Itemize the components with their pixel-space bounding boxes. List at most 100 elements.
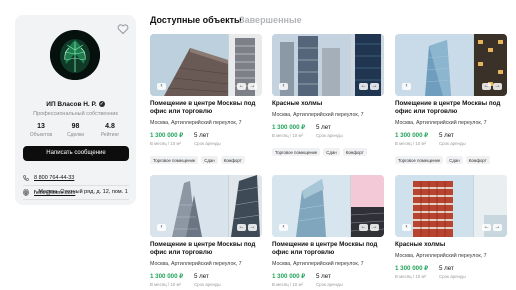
tag: Торговое помещение [150, 156, 199, 164]
listing-title[interactable]: Красные холмы [272, 100, 384, 108]
listing-term: 5 лет [194, 273, 209, 280]
listing-title[interactable]: Помещение в центре Москвы под офис или т… [395, 100, 507, 116]
divider [23, 199, 129, 200]
prev-arrow-icon[interactable]: ‹ [157, 224, 166, 231]
prev-arrow-icon[interactable]: ← [482, 224, 491, 231]
heart-icon[interactable] [117, 23, 129, 35]
listing-price: 1 300 000 ₽ [272, 273, 306, 280]
stat-label: Рейтинг [100, 132, 120, 138]
price-label: В месяц / 10 м² [272, 282, 303, 287]
tag: Торговое помещение [395, 156, 444, 164]
listing-title[interactable]: Помещение в центре Москвы под офис или т… [272, 241, 384, 257]
tag: Комфорт [342, 148, 367, 156]
avatar [50, 30, 100, 80]
tag: Торговое помещение [272, 148, 321, 156]
listing-price: 1 300 000 ₽ [150, 132, 184, 139]
prev-arrow-icon[interactable]: ← [482, 83, 491, 90]
price-label: В месяц / 10 м² [272, 133, 303, 138]
send-message-button[interactable]: Написать сообщение [23, 146, 129, 161]
listing-tags: Торговое помещение Сдан Комфорт [150, 156, 245, 164]
profile-name: ИП Власов Н. Р. ✓ [46, 101, 105, 108]
listing-photo[interactable]: ‹ ← → [150, 34, 262, 96]
next-arrow-icon[interactable]: → [370, 83, 379, 90]
stat-deals: 98 Сделки [60, 123, 92, 138]
profile-role: Профессиональный собственник [33, 111, 118, 117]
stat-label: Сделки [66, 132, 85, 138]
listing-term: 5 лет [439, 132, 454, 139]
listing-address: Москва, Артиллерийский переулок, 7 [395, 253, 487, 259]
stat-rating: 4.8 Рейтинг [94, 123, 126, 138]
profile-stats: 13 Объектов 98 Сделки 4.8 Рейтинг [25, 123, 126, 138]
phone-number[interactable]: 8 800 764-44-33 [34, 175, 74, 181]
tag: Сдан [323, 148, 340, 156]
listing-photo[interactable]: ‹ ← → [272, 175, 384, 237]
prev-arrow-icon[interactable]: ‹ [157, 83, 166, 90]
term-label: Срок аренды [194, 141, 221, 146]
next-arrow-icon[interactable]: → [248, 224, 257, 231]
listing-address: Москва, Артиллерийский переулок, 7 [272, 261, 364, 267]
divider [23, 185, 129, 186]
contact-phone[interactable]: 8 800 764-44-33 [23, 175, 74, 181]
listing-term: 5 лет [194, 132, 209, 139]
next-arrow-icon[interactable]: → [493, 224, 502, 231]
price-label: В месяц / 10 м² [395, 141, 426, 146]
listing-photo[interactable]: ‹ ← → [395, 34, 507, 96]
listing-address: Москва, Артиллерийский переулок, 7 [150, 261, 242, 267]
listing-address: Москва, Артиллерийский переулок, 7 [272, 112, 364, 118]
prev-arrow-icon[interactable]: ← [359, 83, 368, 90]
listing-term: 5 лет [439, 265, 454, 272]
phone-icon [23, 175, 29, 181]
next-arrow-icon[interactable]: → [248, 83, 257, 90]
price-label: В месяц / 10 м² [150, 282, 181, 287]
price-label: В месяц / 10 м² [150, 141, 181, 146]
profile-card: ИП Власов Н. Р. ✓ Профессиональный собств… [15, 15, 136, 205]
listing-price: 1 300 000 ₽ [395, 132, 429, 139]
tag: Комфорт [220, 156, 245, 164]
listing-term: 5 лет [316, 273, 331, 280]
term-label: Срок аренды [439, 274, 466, 279]
prev-arrow-icon[interactable]: ‹ [402, 83, 411, 90]
tag: Сдан [446, 156, 463, 164]
listing-title[interactable]: Помещение в центре Москвы под офис или т… [150, 100, 262, 116]
email-link[interactable]: hello@tome.com [34, 190, 75, 196]
prev-arrow-icon[interactable]: ← [237, 83, 246, 90]
listing-tags: Торговое помещение Сдан Комфорт [395, 156, 490, 164]
listing-price: 1 300 000 ₽ [150, 273, 184, 280]
mail-icon [23, 190, 29, 196]
verified-icon: ✓ [98, 101, 105, 107]
listing-title[interactable]: Красные холмы [395, 241, 507, 249]
tab-available[interactable]: Доступные объекты [150, 15, 242, 25]
price-label: В месяц / 10 м² [395, 274, 426, 279]
stat-value: 13 [37, 123, 45, 130]
tag: Комфорт [465, 156, 490, 164]
prev-arrow-icon[interactable]: ‹ [402, 224, 411, 231]
next-arrow-icon[interactable]: → [370, 224, 379, 231]
listing-address: Москва, Артиллерийский переулок, 7 [150, 120, 242, 126]
next-arrow-icon[interactable]: → [493, 83, 502, 90]
listing-photo[interactable]: ‹ ← → [395, 175, 507, 237]
tag: Сдан [201, 156, 218, 164]
prev-arrow-icon[interactable]: ‹ [279, 83, 288, 90]
term-label: Срок аренды [316, 133, 343, 138]
prev-arrow-icon[interactable]: ‹ [279, 224, 288, 231]
listing-term: 5 лет [316, 124, 331, 131]
listing-photo[interactable]: ‹ ← → [272, 34, 384, 96]
stat-objects: 13 Объектов [25, 123, 57, 138]
stat-value: 98 [71, 123, 80, 130]
leaf-logo-icon [50, 30, 100, 80]
stat-label: Объектов [29, 132, 53, 138]
prev-arrow-icon[interactable]: ← [237, 224, 246, 231]
term-label: Срок аренды [194, 282, 221, 287]
listing-price: 1 300 000 ₽ [272, 124, 306, 131]
tab-completed[interactable]: Завершенные [239, 15, 302, 25]
listing-price: 1 300 000 ₽ [395, 265, 429, 272]
term-label: Срок аренды [316, 282, 343, 287]
contact-email[interactable]: hello@tome.com [23, 190, 75, 196]
listing-title[interactable]: Помещение в центре Москвы под офис или т… [150, 241, 262, 257]
prev-arrow-icon[interactable]: ← [359, 224, 368, 231]
listing-address: Москва, Артиллерийский переулок, 7 [395, 120, 487, 126]
term-label: Срок аренды [439, 141, 466, 146]
stat-value: 4.8 [105, 123, 115, 130]
listing-photo[interactable]: ‹ ← → [150, 175, 262, 237]
listing-tags: Торговое помещение Сдан Комфорт [272, 148, 367, 156]
